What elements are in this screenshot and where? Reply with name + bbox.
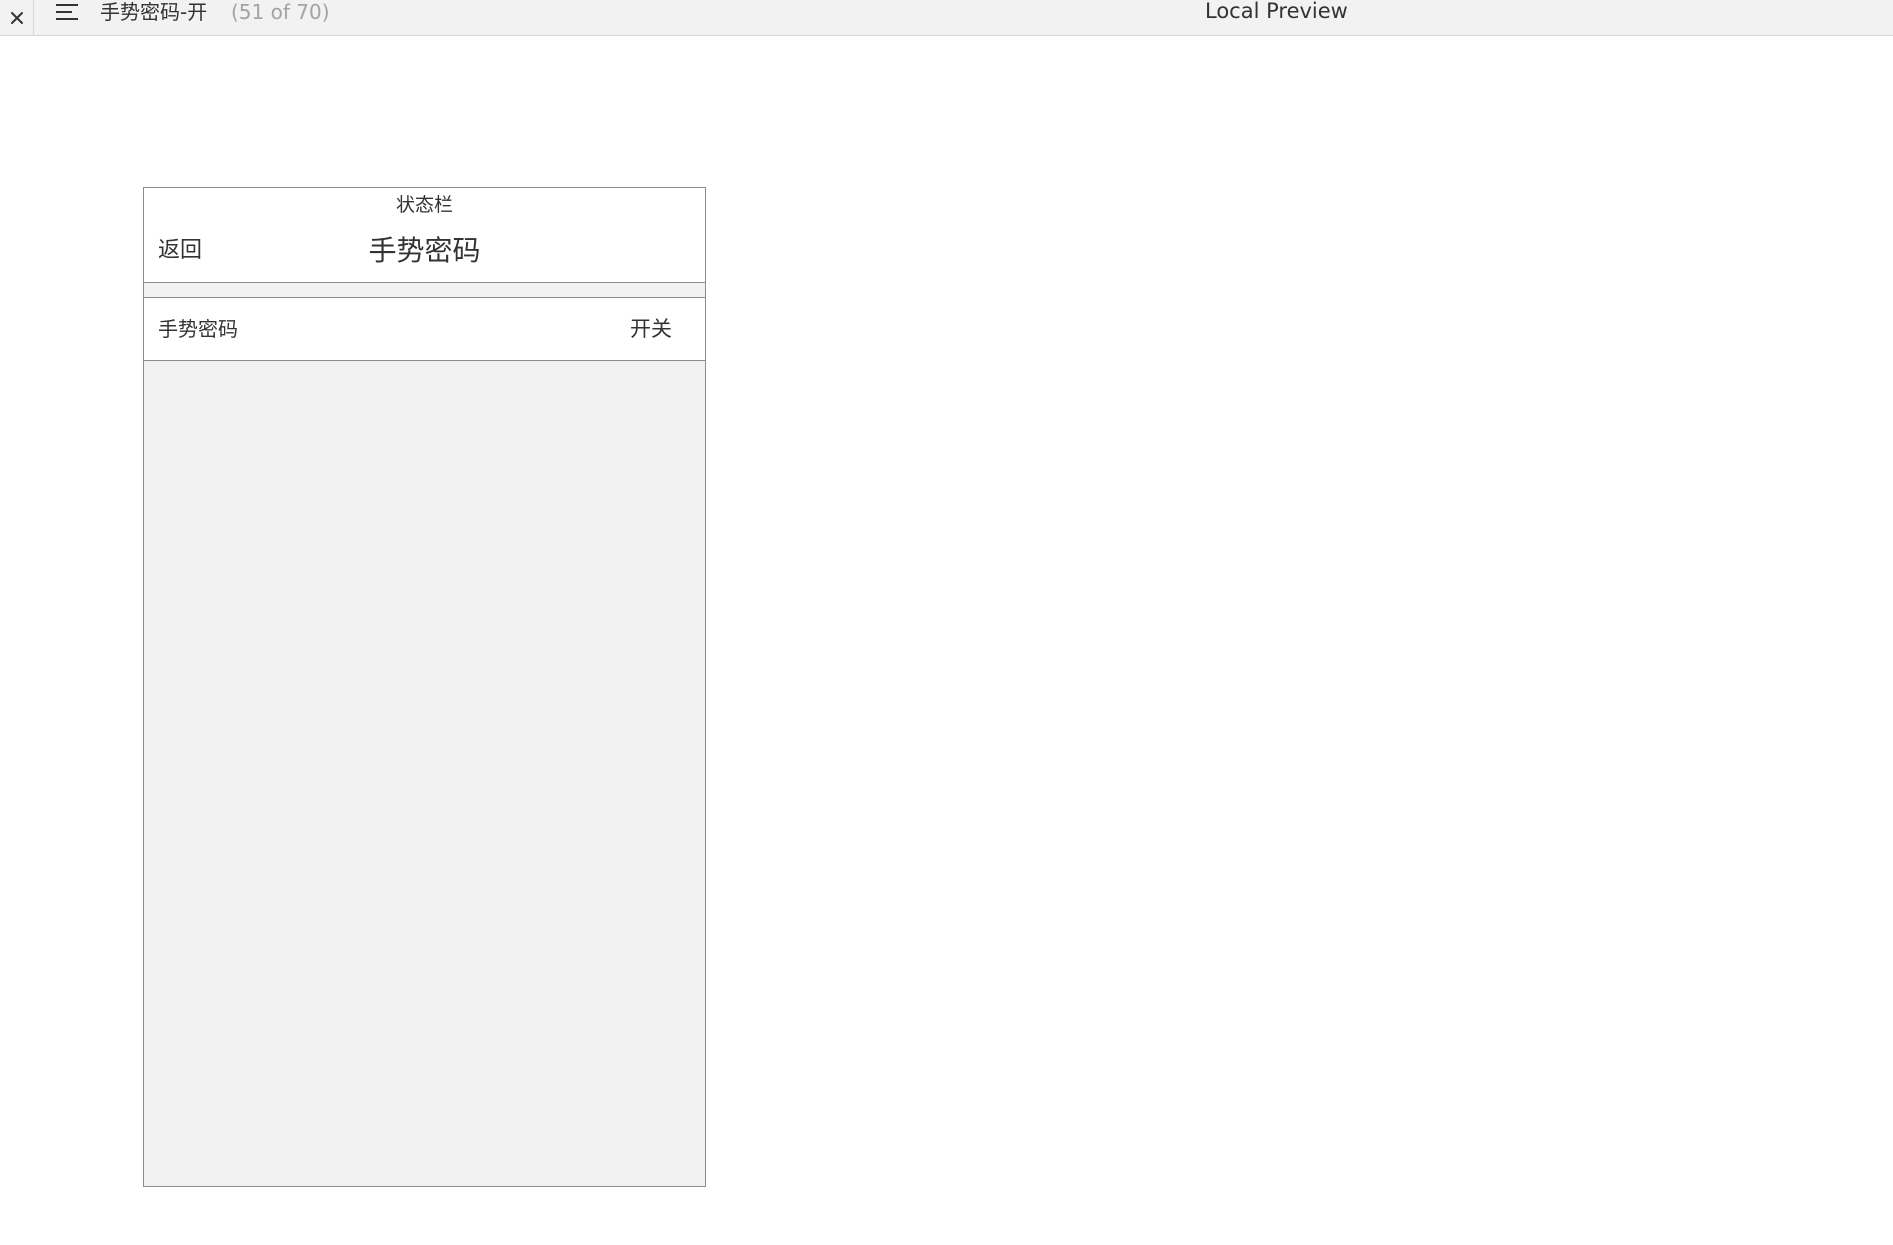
status-bar: 状态栏 — [395, 194, 453, 216]
page-title: 手势密码-开 — [100, 0, 208, 24]
back-button[interactable]: 返回 — [158, 234, 202, 268]
page-count: (51 of 70) — [231, 0, 330, 24]
close-button[interactable] — [0, 0, 34, 35]
gesture-password-row: 手势密码 开关 — [144, 297, 705, 361]
menu-button[interactable] — [52, 1, 82, 27]
phone-mockup: 状态栏 手势密码 返回 手势密码 开关 — [143, 187, 706, 1187]
close-icon — [10, 11, 24, 25]
gesture-password-toggle[interactable]: 开关 — [630, 298, 672, 360]
app-header: 状态栏 手势密码 返回 — [144, 188, 705, 283]
gesture-password-label: 手势密码 — [158, 317, 238, 341]
preview-toolbar: 手势密码-开 (51 of 70) Local Preview — [0, 0, 1893, 36]
menu-icon — [54, 1, 80, 27]
nav-title: 手势密码 — [368, 234, 481, 267]
preview-label: Local Preview — [1205, 0, 1348, 23]
section-gap — [144, 283, 705, 297]
